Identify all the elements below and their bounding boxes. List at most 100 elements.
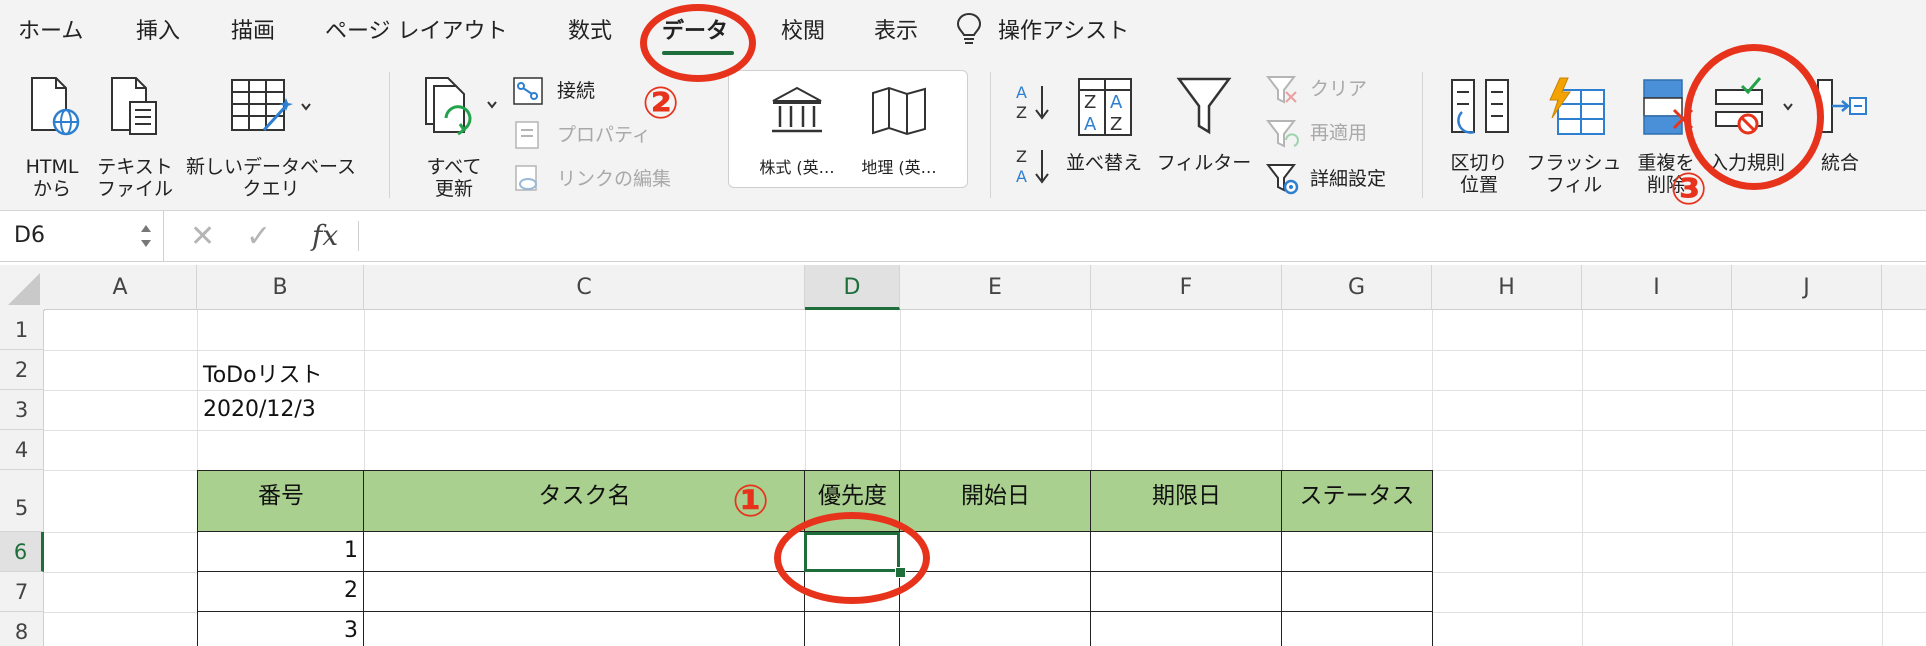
select-all-triangle-icon — [8, 273, 40, 305]
svg-text:Z: Z — [1110, 114, 1122, 135]
text-to-columns-label-1: 区切り — [1450, 152, 1508, 174]
sort-button[interactable]: Z A A Z 並べ替え — [1064, 72, 1144, 202]
lightbulb-icon[interactable] — [956, 12, 982, 46]
text-to-columns-button[interactable]: 区切り 位置 — [1436, 72, 1522, 202]
table-cell[interactable] — [1090, 571, 1283, 613]
confirm-entry-icon[interactable]: ✓ — [246, 219, 271, 254]
gridline — [44, 350, 1926, 351]
geography-data-type[interactable]: 地理 (英… — [849, 79, 949, 179]
clear-filter-button[interactable]: クリア — [1266, 74, 1396, 106]
column-header-d[interactable]: D — [805, 265, 900, 310]
row-header-3[interactable]: 3 — [0, 390, 44, 430]
filter-label: フィルター — [1156, 152, 1252, 174]
sort-descending-icon[interactable]: Z A — [1016, 146, 1054, 186]
reapply-button[interactable]: 再適用 — [1266, 118, 1396, 150]
ribbon-separator — [990, 72, 991, 198]
column-header-i[interactable]: I — [1582, 265, 1732, 310]
table-header-due-date[interactable]: 期限日 — [1090, 470, 1283, 533]
formula-bar: D6 ✕ ✓ fx — [0, 211, 1926, 262]
column-header-g[interactable]: G — [1282, 265, 1432, 310]
row-header-5[interactable]: 5 — [0, 470, 44, 532]
sort-label: 並べ替え — [1065, 152, 1142, 174]
stocks-data-type[interactable]: 株式 (英… — [747, 79, 847, 179]
svg-text:A: A — [1110, 92, 1123, 113]
row-header-6[interactable]: 6 — [0, 532, 44, 572]
new-database-query-button[interactable]: 新しいデータベース クエリ — [180, 72, 362, 202]
from-text-label-1: テキスト — [97, 156, 173, 178]
table-cell[interactable] — [899, 611, 1092, 646]
reapply-label: 再適用 — [1310, 122, 1368, 144]
svg-text:Z: Z — [1016, 103, 1027, 122]
row-header-7[interactable]: 7 — [0, 572, 44, 612]
sort-ascending-icon[interactable]: A Z — [1016, 82, 1054, 122]
select-all-corner[interactable] — [0, 265, 45, 311]
column-header-h[interactable]: H — [1432, 265, 1582, 310]
name-box[interactable]: D6 — [0, 211, 164, 261]
column-header-c[interactable]: C — [364, 265, 805, 310]
table-cell-number[interactable]: 3 — [197, 611, 365, 646]
database-query-icon — [231, 79, 311, 132]
properties-label: プロパティ — [557, 124, 651, 146]
cell-b2-title[interactable]: ToDoリスト — [203, 357, 323, 389]
step-3-marker: ③ — [1670, 164, 1708, 215]
formula-input[interactable] — [370, 211, 1920, 261]
cell-b3-date[interactable]: 2020/12/3 — [203, 397, 316, 422]
row-header-8[interactable]: 8 — [0, 612, 44, 646]
tab-home[interactable]: ホーム — [18, 13, 83, 45]
tell-me-assist[interactable]: 操作アシスト — [998, 13, 1129, 45]
table-cell[interactable] — [1281, 571, 1433, 613]
table-cell[interactable] — [804, 611, 901, 646]
column-header-b[interactable]: B — [197, 265, 364, 310]
row-header-2[interactable]: 2 — [0, 350, 44, 390]
gridline — [1582, 310, 1583, 646]
table-header-status[interactable]: ステータス — [1281, 470, 1433, 533]
row-header-4[interactable]: 4 — [0, 430, 44, 470]
tab-formulas[interactable]: 数式 — [568, 13, 612, 45]
tab-draw[interactable]: 描画 — [231, 13, 275, 45]
table-cell[interactable] — [363, 611, 806, 646]
clear-filter-icon — [1266, 76, 1297, 104]
table-cell[interactable] — [899, 571, 1092, 613]
tab-insert[interactable]: 挿入 — [136, 13, 180, 45]
table-cell[interactable] — [1281, 531, 1433, 573]
flash-fill-button[interactable]: フラッシュ フィル — [1524, 72, 1624, 202]
column-header-a[interactable]: A — [44, 265, 197, 310]
from-html-label-1: HTML — [25, 156, 79, 178]
name-box-stepper-icon[interactable] — [138, 221, 154, 251]
table-header-number[interactable]: 番号 — [197, 470, 365, 533]
refresh-all-label-1: すべて — [426, 156, 482, 178]
svg-text:A: A — [1016, 167, 1027, 186]
tab-page-layout[interactable]: ページ レイアウト — [325, 13, 508, 45]
table-cell[interactable] — [363, 531, 806, 573]
table-cell-number[interactable]: 2 — [197, 571, 365, 613]
excel-window: ホーム 挿入 描画 ページ レイアウト 数式 データ 校閲 表示 操作アシスト … — [0, 0, 1926, 646]
cancel-entry-icon[interactable]: ✕ — [190, 219, 215, 254]
column-header-j[interactable]: J — [1732, 265, 1882, 310]
menu-tab-bar: ホーム 挿入 描画 ページ レイアウト 数式 データ 校閲 表示 操作アシスト — [0, 0, 1926, 64]
table-header-start-date[interactable]: 開始日 — [899, 470, 1092, 533]
table-cell[interactable] — [1090, 531, 1283, 573]
table-cell[interactable] — [1281, 611, 1433, 646]
row-header-1[interactable]: 1 — [0, 310, 44, 350]
from-html-button[interactable]: HTML から — [14, 72, 90, 202]
advanced-label: 詳細設定 — [1310, 168, 1387, 190]
edit-links-button[interactable]: リンクの編集 — [512, 164, 702, 194]
table-cell-number[interactable]: 1 — [197, 531, 365, 573]
filter-button[interactable]: フィルター — [1154, 72, 1254, 202]
table-cell[interactable] — [363, 571, 806, 613]
advanced-filter-button[interactable]: 詳細設定 — [1266, 162, 1396, 196]
refresh-all-button[interactable]: すべて 更新 — [408, 72, 500, 202]
from-html-label-2: から — [32, 178, 71, 200]
column-header-f[interactable]: F — [1091, 265, 1282, 310]
insert-function-icon[interactable]: fx — [312, 219, 338, 252]
tab-view[interactable]: 表示 — [874, 13, 918, 45]
table-cell[interactable] — [1090, 611, 1283, 646]
highlight-ring-data-tab — [640, 4, 756, 82]
ribbon-separator — [389, 72, 390, 198]
column-header-overflow — [1882, 265, 1926, 310]
highlight-ring-cell-d6 — [774, 512, 930, 604]
tab-review[interactable]: 校閲 — [781, 13, 825, 45]
refresh-all-label-2: 更新 — [434, 178, 473, 200]
column-header-e[interactable]: E — [900, 265, 1091, 310]
from-text-button[interactable]: テキスト ファイル — [92, 72, 178, 202]
